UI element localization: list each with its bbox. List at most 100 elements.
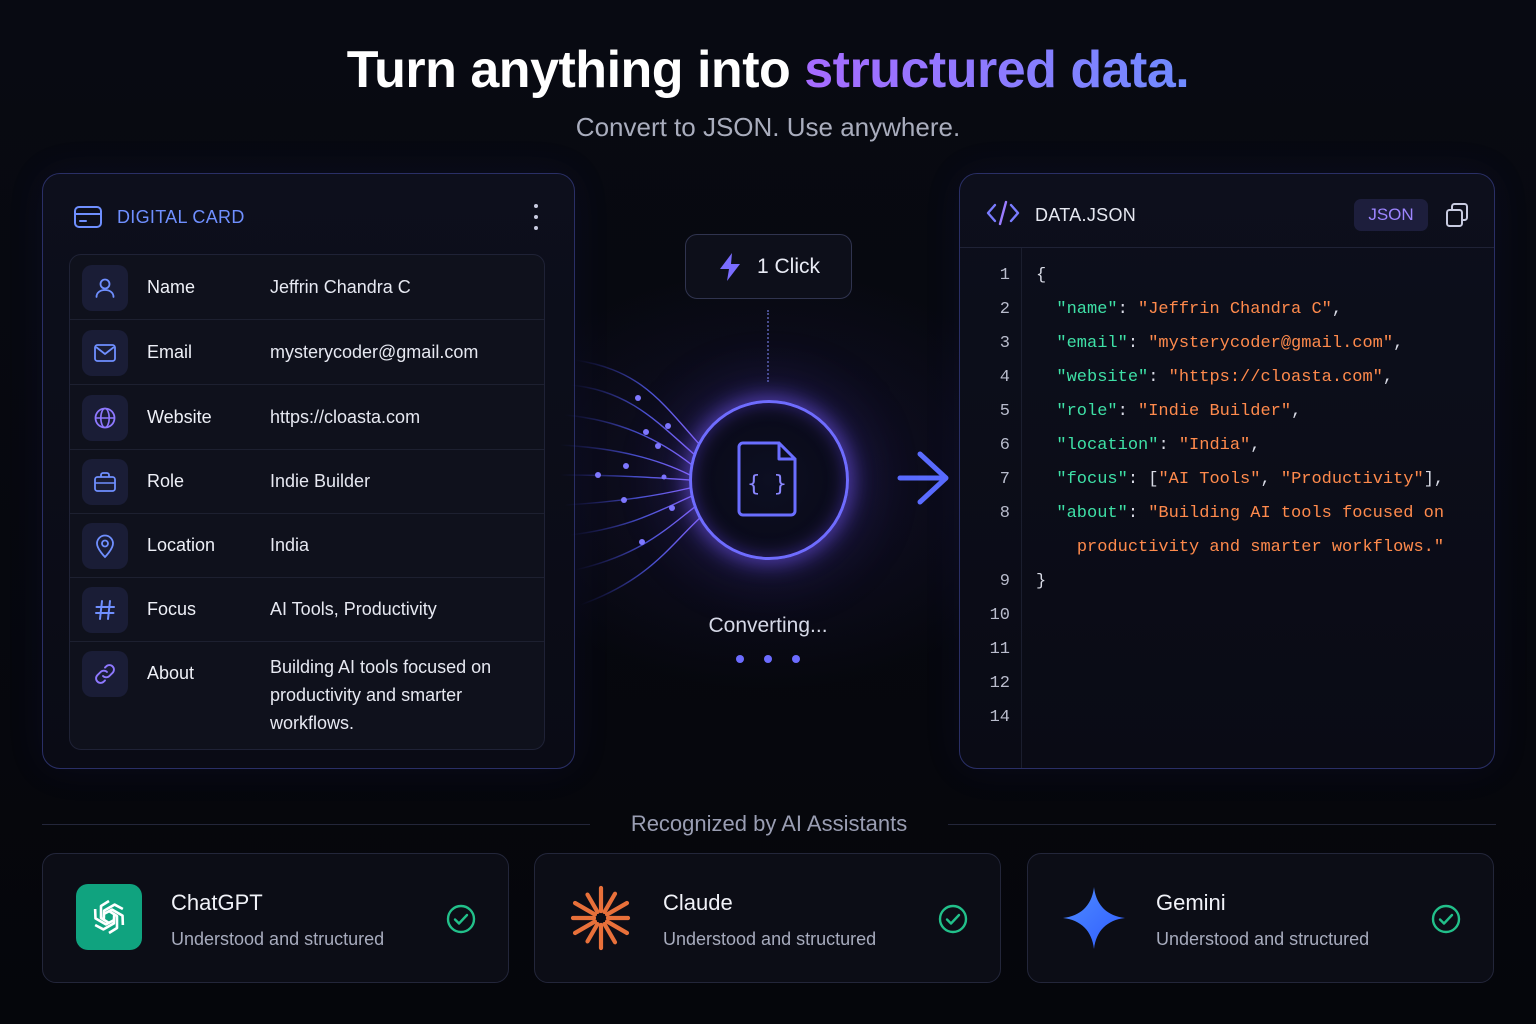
json-punctuation: : bbox=[1127, 334, 1149, 353]
converter-circle: { } bbox=[689, 400, 849, 560]
json-punctuation bbox=[1036, 402, 1056, 421]
field-label: Role bbox=[147, 471, 185, 491]
code-line: "website": "https://cloasta.com", bbox=[1036, 368, 1393, 387]
json-string: "https://cloasta.com" bbox=[1168, 368, 1383, 387]
hero-title-main: Turn anything into bbox=[346, 41, 805, 99]
json-punctuation: { bbox=[1036, 266, 1047, 285]
json-file-icon: { } bbox=[737, 439, 801, 522]
json-string: "Jeffrin Chandra C" bbox=[1138, 300, 1332, 319]
assistant-name: Claude bbox=[663, 890, 733, 915]
divider bbox=[948, 824, 1496, 825]
field-value: Building AI tools focused on productivit… bbox=[270, 657, 492, 733]
chatgpt-logo-icon bbox=[76, 884, 142, 950]
card-header: DIGITAL CARD bbox=[73, 202, 245, 232]
field-label: Location bbox=[147, 535, 216, 555]
json-punctuation: , bbox=[1382, 368, 1394, 387]
json-punctuation bbox=[1036, 538, 1077, 557]
hero-subtitle: Convert to JSON. Use anywhere. bbox=[575, 112, 961, 142]
line-number: 11 bbox=[989, 640, 1010, 659]
json-string: "Productivity" bbox=[1280, 470, 1424, 489]
field-row-website: Website https://cloasta.com bbox=[70, 385, 544, 450]
card-fields: Name Jeffrin Chandra C Email mysterycode… bbox=[69, 254, 545, 750]
json-string: productivity and smarter workflows." bbox=[1076, 538, 1445, 557]
json-header: DATA.JSON JSON bbox=[960, 174, 1494, 248]
field-label: Website bbox=[147, 407, 212, 427]
one-click-badge[interactable]: 1 Click bbox=[685, 234, 852, 299]
field-value: Indie Builder bbox=[270, 471, 371, 491]
field-row-about: About Building AI tools focused on produ… bbox=[70, 642, 544, 749]
json-key: "website" bbox=[1056, 368, 1149, 387]
field-label: Name bbox=[147, 277, 196, 297]
line-number: 14 bbox=[989, 708, 1010, 727]
assistant-status: Understood and structured bbox=[1156, 929, 1370, 949]
json-string: "mysterycoder@gmail.com" bbox=[1148, 334, 1394, 353]
json-key: "about" bbox=[1056, 504, 1128, 523]
briefcase-icon bbox=[82, 459, 128, 505]
json-punctuation: : [ bbox=[1127, 470, 1159, 489]
json-punctuation: : bbox=[1127, 504, 1149, 523]
copy-icon[interactable] bbox=[1444, 202, 1470, 233]
code-line: "about": "Building AI tools focused on bbox=[1036, 504, 1444, 523]
field-row-name: Name Jeffrin Chandra C bbox=[70, 255, 544, 320]
json-badge: JSON bbox=[1354, 199, 1428, 231]
check-circle-icon bbox=[1431, 904, 1461, 934]
lightning-icon bbox=[717, 252, 743, 282]
json-punctuation bbox=[1036, 470, 1056, 489]
hero-title: Turn anything into structured data. bbox=[0, 40, 1536, 100]
code-line: "name": "Jeffrin Chandra C", bbox=[1036, 300, 1342, 319]
line-number: 2 bbox=[999, 300, 1010, 319]
assistant-card-gemini: Gemini Understood and structured bbox=[1027, 853, 1494, 983]
json-punctuation bbox=[1036, 300, 1056, 319]
assistant-name: Gemini bbox=[1156, 890, 1226, 915]
json-key: "name" bbox=[1056, 300, 1118, 319]
assistant-status: Understood and structured bbox=[663, 929, 877, 949]
field-label: About bbox=[147, 663, 195, 683]
code-line: { bbox=[1036, 266, 1046, 285]
field-value: India bbox=[270, 535, 310, 555]
json-punctuation: , bbox=[1250, 436, 1261, 455]
card-title: DIGITAL CARD bbox=[117, 206, 245, 227]
field-label: Focus bbox=[147, 599, 197, 619]
mail-icon bbox=[82, 330, 128, 376]
code-line: "focus": ["AI Tools", "Productivity"], bbox=[1036, 470, 1444, 489]
link-icon bbox=[82, 651, 128, 697]
assistant-status: Understood and structured bbox=[171, 929, 385, 949]
line-number: 10 bbox=[989, 606, 1010, 625]
json-punctuation bbox=[1036, 334, 1056, 353]
json-punctuation: , bbox=[1331, 300, 1343, 319]
json-punctuation: : bbox=[1158, 436, 1179, 455]
line-number: 7 bbox=[999, 470, 1010, 489]
location-pin-icon bbox=[82, 523, 128, 569]
json-string: "Indie Builder" bbox=[1138, 402, 1292, 421]
json-string: "AI Tools" bbox=[1158, 470, 1261, 489]
field-row-focus: Focus AI Tools, Productivity bbox=[70, 578, 544, 642]
json-punctuation: , bbox=[1393, 334, 1404, 353]
field-row-email: Email mysterycoder@gmail.com bbox=[70, 320, 544, 385]
line-number: 8 bbox=[999, 504, 1010, 523]
json-key: "email" bbox=[1056, 334, 1128, 353]
check-circle-icon bbox=[446, 904, 476, 934]
field-value: Jeffrin Chandra C bbox=[270, 277, 411, 297]
json-panel: DATA.JSON JSON 1 2 3 4 5 6 7 8 9 10 11 1… bbox=[959, 173, 1495, 769]
field-value: https://cloasta.com bbox=[270, 407, 421, 427]
line-number: 5 bbox=[999, 402, 1010, 421]
field-label: Email bbox=[147, 342, 193, 362]
json-punctuation bbox=[1036, 368, 1056, 387]
digital-card-panel: DIGITAL CARD Name Jeffrin Chandra C Emai… bbox=[42, 173, 575, 769]
field-value: mysterycoder@gmail.com bbox=[270, 342, 479, 362]
code-line: "location": "India", bbox=[1036, 436, 1260, 455]
one-click-label: 1 Click bbox=[756, 254, 820, 278]
recognized-heading: Recognized by AI Assistants bbox=[630, 811, 908, 836]
json-punctuation: , bbox=[1260, 470, 1281, 489]
claude-logo-icon bbox=[567, 884, 635, 952]
code-line: productivity and smarter workflows." bbox=[1036, 538, 1444, 557]
json-string: "Building AI tools focused on bbox=[1148, 504, 1445, 523]
json-punctuation bbox=[1036, 436, 1056, 455]
json-punctuation: ], bbox=[1423, 470, 1445, 489]
json-punctuation: } bbox=[1036, 572, 1047, 591]
more-options-icon[interactable] bbox=[526, 204, 546, 230]
json-key: "role" bbox=[1056, 402, 1118, 421]
card-icon bbox=[73, 202, 105, 232]
divider bbox=[42, 824, 590, 825]
field-value: AI Tools, Productivity bbox=[270, 599, 437, 619]
